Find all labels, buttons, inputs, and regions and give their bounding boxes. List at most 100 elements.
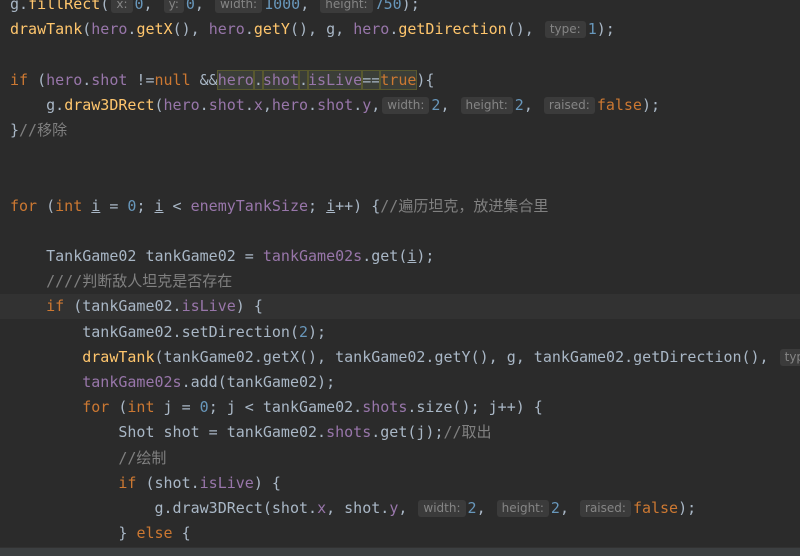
code-token: ); — [308, 322, 327, 341]
code-token: i — [326, 196, 336, 215]
code-line[interactable]: for (int i = 0; i < enemyTankSize; i++) … — [0, 194, 800, 219]
code-line[interactable]: for (int j = 0; j < tankGame02.shots.siz… — [0, 395, 800, 420]
code-token: isLive — [307, 69, 364, 90]
code-token: 1 — [587, 20, 597, 39]
code-token: fillRect — [28, 0, 101, 13]
code-line[interactable]: TankGame02 tankGame02 = tankGame02s.get(… — [0, 244, 800, 269]
code-line[interactable]: tankGame02.setDirection(2); — [0, 320, 800, 345]
code-comment: //移除 — [19, 121, 68, 139]
code-token: 2 — [299, 322, 309, 341]
code-token: , — [143, 0, 162, 13]
code-token: 2 — [467, 499, 477, 517]
code-line[interactable]: tankGame02s.add(tankGame02); — [0, 370, 800, 395]
code-token: , shot. — [326, 499, 390, 517]
code-token: ; — [308, 196, 327, 215]
code-token: , — [262, 95, 272, 114]
code-token: ( — [82, 20, 92, 39]
code-token: . — [199, 95, 209, 114]
code-token: ; — [136, 196, 155, 215]
code-token: g. — [10, 0, 29, 13]
code-line[interactable]: }//移除 — [0, 118, 800, 143]
code-line[interactable]: if (shot.isLive) { — [0, 471, 800, 496]
code-line[interactable] — [0, 219, 800, 244]
code-token: ) { — [253, 473, 281, 492]
parameter-hint: raised: — [580, 500, 631, 517]
parameter-hint: height: — [460, 96, 513, 114]
code-token: } — [118, 524, 137, 543]
code-line[interactable]: if (hero.shot !=null &&hero.shot.isLive=… — [0, 68, 800, 93]
code-token: { — [172, 524, 191, 543]
code-line[interactable]: g.draw3DRect(hero.shot.x,hero.shot.y, wid… — [0, 93, 800, 118]
code-token: 1000 — [264, 0, 301, 13]
code-token: i — [91, 196, 101, 215]
code-token: , — [559, 499, 579, 517]
code-token: false — [632, 499, 679, 517]
code-token: 0 — [199, 398, 209, 417]
code-token: hero — [216, 69, 255, 90]
code-token: hero — [163, 95, 200, 114]
code-token: draw3DRect — [64, 95, 155, 114]
code-line[interactable]: drawTank(tankGame02.getX(), tankGame02.g… — [0, 345, 800, 370]
code-token: , — [371, 95, 381, 114]
code-token: if — [10, 70, 29, 89]
code-token: j = — [154, 398, 200, 417]
code-token: ); — [596, 20, 615, 39]
code-line[interactable]: g.fillRect(x: 0, y: 0, width: 1000, height:… — [0, 0, 800, 17]
code-token: shot — [261, 69, 301, 90]
code-line[interactable]: //绘制 — [0, 446, 800, 471]
code-token: tankGame02.setDirection( — [82, 322, 299, 341]
code-token: .size(); j++) { — [407, 398, 543, 417]
code-token: y — [389, 499, 399, 517]
code-token: , — [523, 95, 542, 114]
code-token: getY — [253, 20, 290, 39]
code-token: . — [252, 69, 264, 90]
parameter-hint: x: — [111, 0, 133, 13]
code-token: .get(j); — [371, 423, 444, 442]
code-token: (shot. — [136, 473, 200, 492]
code-line[interactable] — [0, 168, 800, 193]
code-token: (), — [172, 20, 209, 39]
code-token: (), — [506, 20, 543, 39]
code-token: getDirection — [398, 20, 507, 39]
code-token: shot — [317, 95, 354, 114]
code-line[interactable]: g.draw3DRect(shot.x, shot.y, width: 2, he… — [0, 496, 800, 521]
code-line[interactable] — [0, 143, 800, 168]
code-line[interactable]: drawTank(hero.getX(), hero.getY(), g, he… — [0, 17, 800, 42]
code-token: tankGame02s — [262, 247, 363, 265]
code-comment: //遍历坦克，放进集合里 — [380, 196, 549, 215]
code-token: shot — [208, 95, 245, 114]
code-token: tankGame02s — [82, 373, 182, 391]
code-token: int — [55, 196, 83, 215]
code-line[interactable]: if (tankGame02.isLive) { — [0, 294, 800, 320]
code-token: < — [163, 196, 191, 215]
code-token: ) { — [235, 297, 263, 316]
code-token: && — [190, 70, 218, 89]
parameter-hint: y: — [163, 0, 184, 13]
code-token: . — [389, 20, 399, 39]
code-token: getX — [136, 20, 173, 39]
horizontal-scrollbar[interactable] — [0, 547, 800, 556]
code-token: .get( — [362, 247, 408, 265]
code-token: . — [353, 95, 363, 114]
code-token: i — [154, 196, 164, 215]
code-token: . — [297, 69, 310, 90]
code-token: ++) { — [335, 196, 381, 215]
code-token: hero — [353, 20, 390, 39]
code-token: . — [244, 20, 254, 39]
code-line[interactable]: } else { — [0, 521, 800, 546]
code-token: (), g, — [289, 20, 354, 39]
code-token: x — [253, 95, 263, 114]
code-token: ); — [641, 95, 661, 114]
code-token: if — [46, 297, 65, 316]
code-line[interactable]: ////判断敌人坦克是否存在 — [0, 269, 800, 294]
code-token: drawTank — [10, 20, 83, 39]
code-token: ( — [109, 398, 128, 417]
code-line[interactable] — [0, 42, 800, 67]
code-token: ; j < tankGame02. — [208, 398, 363, 417]
code-line[interactable]: Shot shot = tankGame02.shots.get(j);//取出 — [0, 420, 800, 445]
code-editor[interactable]: g.fillRect(x: 0, y: 0, width: 1000, height:… — [0, 0, 800, 556]
